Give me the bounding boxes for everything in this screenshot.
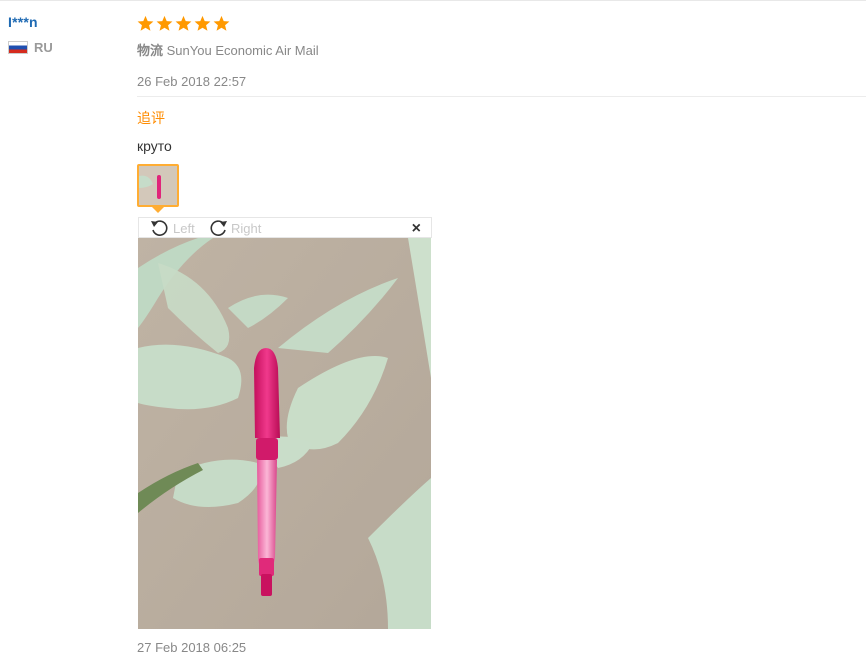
star-icon: [213, 15, 230, 31]
thumbnail-pointer: [152, 207, 164, 213]
rotate-left-label: Left: [173, 220, 195, 236]
top-divider: [0, 0, 866, 1]
close-icon[interactable]: ×: [412, 219, 421, 239]
review-date: 26 Feb 2018 22:57: [137, 74, 247, 89]
reviewer-name[interactable]: I***n: [8, 14, 118, 30]
section-divider: [137, 96, 866, 97]
review-photo: [138, 238, 431, 629]
rotate-left-button[interactable]: Left: [149, 218, 195, 238]
photo-thumbnail[interactable]: [137, 164, 179, 207]
thumbnail-image: [139, 166, 177, 205]
country-code: RU: [34, 40, 53, 55]
review-body: 物流 SunYou Economic Air Mail 26 Feb 2018 …: [137, 12, 866, 89]
logistics-info: 物流 SunYou Economic Air Mail: [137, 40, 866, 59]
followup-comment: круто: [137, 138, 172, 154]
rotate-right-button[interactable]: Right: [207, 218, 261, 238]
image-viewer-toolbar: Left Right ×: [138, 217, 432, 238]
logistics-value: SunYou Economic Air Mail: [166, 43, 319, 58]
star-icon: [137, 15, 154, 31]
rotate-right-icon: [210, 220, 227, 236]
followup-date: 27 Feb 2018 06:25: [137, 640, 247, 655]
star-icon: [175, 15, 192, 31]
star-icon: [156, 15, 173, 31]
followup-label: 追评: [137, 110, 165, 126]
reviewer-info: I***n RU: [8, 14, 118, 55]
rotate-right-label: Right: [231, 220, 262, 236]
star-rating: [137, 12, 866, 34]
russia-flag-icon: [8, 41, 28, 54]
star-icon: [194, 15, 211, 31]
pen-photo-image: [138, 238, 431, 629]
rotate-left-icon: [151, 220, 168, 236]
reviewer-country: RU: [8, 40, 118, 55]
logistics-label: 物流: [137, 43, 164, 58]
